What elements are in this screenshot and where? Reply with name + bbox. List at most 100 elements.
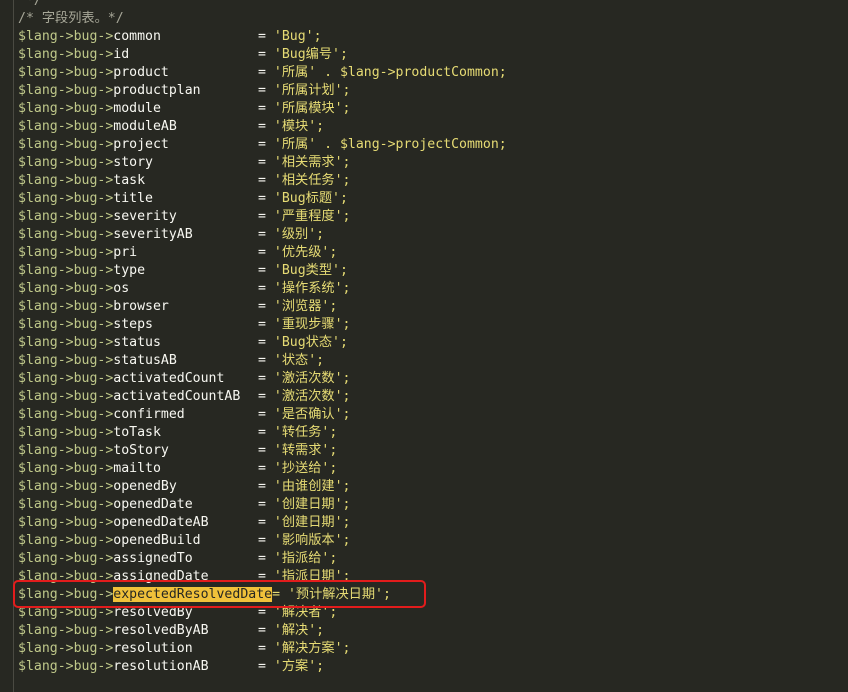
code-line[interactable]: $lang->bug->activatedCountAB = '激活次数'; xyxy=(0,388,848,406)
code-lines: $lang->bug->common = 'Bug'; $lang->bug->id… xyxy=(0,28,848,676)
code-line[interactable]: $lang->bug->resolutionAB = '方案'; xyxy=(0,658,848,676)
lang-prefix: $lang->bug-> xyxy=(18,173,114,188)
code-line[interactable]: $lang->bug->product = '所属' . $lang->produ… xyxy=(0,64,848,82)
field-value: '创建日期'; xyxy=(273,515,351,530)
code-line[interactable]: $lang->bug->statusAB = '状态'; xyxy=(0,352,848,370)
code-line[interactable]: $lang->bug->confirmed = '是否确认'; xyxy=(0,406,848,424)
field-name: story xyxy=(113,155,153,170)
field-name: productplan xyxy=(113,83,201,98)
code-line[interactable]: $lang->bug->openedBy = '由谁创建'; xyxy=(0,478,848,496)
annotation-highlight-box xyxy=(13,580,426,608)
assignment: = 'Bug编号'; xyxy=(258,47,348,62)
code-line[interactable]: $lang->bug->task = '相关任务'; xyxy=(0,172,848,190)
assignment: = '影响版本'; xyxy=(258,533,351,548)
field-value: '抄送给'; xyxy=(273,461,338,476)
field-value: '所属' . $lang->projectCommon; xyxy=(273,137,507,152)
code-line[interactable]: $lang->bug->mailto = '抄送给'; xyxy=(0,460,848,478)
code-line[interactable]: $lang->bug->toTask = '转任务'; xyxy=(0,424,848,442)
code-line[interactable]: $lang->bug->steps = '重现步骤'; xyxy=(0,316,848,334)
assignment: = 'Bug类型'; xyxy=(258,263,348,278)
assignment: = '浏览器'; xyxy=(258,299,338,314)
field-name: task xyxy=(113,173,146,188)
field-name: confirmed xyxy=(113,407,185,422)
assignment: = '重现步骤'; xyxy=(258,317,351,332)
code-line[interactable]: $lang->bug->resolvedByAB = '解决'; xyxy=(0,622,848,640)
field-value: '相关任务'; xyxy=(273,173,351,188)
field-value: '重现步骤'; xyxy=(273,317,351,332)
code-line[interactable]: $lang->bug->toStory = '转需求'; xyxy=(0,442,848,460)
assignment: = '解决'; xyxy=(258,623,325,638)
code-line[interactable]: $lang->bug->resolution = '解决方案'; xyxy=(0,640,848,658)
lang-prefix: $lang->bug-> xyxy=(18,281,114,296)
assignment: = '转需求'; xyxy=(258,443,338,458)
assignment: = '由谁创建'; xyxy=(258,479,351,494)
code-line[interactable]: $lang->bug->pri = '优先级'; xyxy=(0,244,848,262)
lang-prefix: $lang->bug-> xyxy=(18,641,114,656)
lang-prefix: $lang->bug-> xyxy=(18,137,114,152)
code-line[interactable]: $lang->bug->openedBuild = '影响版本'; xyxy=(0,532,848,550)
assignment: = '严重程度'; xyxy=(258,209,351,224)
code-line[interactable]: $lang->bug->openedDateAB = '创建日期'; xyxy=(0,514,848,532)
field-name: product xyxy=(113,65,169,80)
code-line[interactable]: $lang->bug->severityAB = '级别'; xyxy=(0,226,848,244)
field-name: statusAB xyxy=(113,353,177,368)
assignment: = '相关任务'; xyxy=(258,173,351,188)
assignment: = '相关需求'; xyxy=(258,155,351,170)
lang-prefix: $lang->bug-> xyxy=(18,497,114,512)
field-name: severity xyxy=(113,209,177,224)
code-line[interactable]: $lang->bug->module = '所属模块'; xyxy=(0,100,848,118)
code-line[interactable]: $lang->bug->common = 'Bug'; xyxy=(0,28,848,46)
code-line[interactable]: $lang->bug->severity = '严重程度'; xyxy=(0,208,848,226)
assignment: = '操作系统'; xyxy=(258,281,351,296)
field-value: '激活次数'; xyxy=(273,389,351,404)
lang-prefix: $lang->bug-> xyxy=(18,245,114,260)
field-name: moduleAB xyxy=(113,119,177,134)
code-line[interactable]: $lang->bug->os = '操作系统'; xyxy=(0,280,848,298)
field-name: severityAB xyxy=(113,227,193,242)
code-line[interactable]: $lang->bug->activatedCount = '激活次数'; xyxy=(0,370,848,388)
field-value: '优先级'; xyxy=(273,245,338,260)
field-name: status xyxy=(113,335,161,350)
field-name: project xyxy=(113,137,169,152)
assignment: = '创建日期'; xyxy=(258,515,351,530)
code-editor[interactable]: */ /* 字段列表。*/ $lang->bug->common = 'Bug';… xyxy=(0,0,848,692)
lang-prefix: $lang->bug-> xyxy=(18,551,114,566)
field-value: '由谁创建'; xyxy=(273,479,351,494)
assignment: = '是否确认'; xyxy=(258,407,351,422)
lang-prefix: $lang->bug-> xyxy=(18,317,114,332)
code-line[interactable]: $lang->bug->browser = '浏览器'; xyxy=(0,298,848,316)
code-line[interactable]: $lang->bug->assignedTo = '指派给'; xyxy=(0,550,848,568)
lang-prefix: $lang->bug-> xyxy=(18,155,114,170)
assignment: = '方案'; xyxy=(258,659,325,674)
field-name: steps xyxy=(113,317,153,332)
field-name: resolution xyxy=(113,641,193,656)
code-line[interactable]: $lang->bug->title = 'Bug标题'; xyxy=(0,190,848,208)
lang-prefix: $lang->bug-> xyxy=(18,263,114,278)
code-line[interactable]: $lang->bug->project = '所属' . $lang->proje… xyxy=(0,136,848,154)
code-line[interactable]: $lang->bug->story = '相关需求'; xyxy=(0,154,848,172)
assignment: = 'Bug标题'; xyxy=(258,191,348,206)
code-line[interactable]: $lang->bug->moduleAB = '模块'; xyxy=(0,118,848,136)
assignment: = '优先级'; xyxy=(258,245,338,260)
code-line[interactable]: $lang->bug->openedDate = '创建日期'; xyxy=(0,496,848,514)
assignment: = '所属模块'; xyxy=(258,101,351,116)
field-value: '级别'; xyxy=(273,227,325,242)
code-line[interactable]: $lang->bug->status = 'Bug状态'; xyxy=(0,334,848,352)
field-value: '方案'; xyxy=(273,659,325,674)
field-name: resolvedByAB xyxy=(113,623,209,638)
lang-prefix: $lang->bug-> xyxy=(18,407,114,422)
field-value: 'Bug编号'; xyxy=(273,47,348,62)
comment-tail: */ xyxy=(18,0,42,8)
field-value: '所属' . $lang->productCommon; xyxy=(273,65,507,80)
lang-prefix: $lang->bug-> xyxy=(18,515,114,530)
field-name: os xyxy=(113,281,130,296)
field-value: '转任务'; xyxy=(273,425,338,440)
field-value: 'Bug类型'; xyxy=(273,263,348,278)
code-line[interactable]: $lang->bug->id = 'Bug编号'; xyxy=(0,46,848,64)
field-value: '是否确认'; xyxy=(273,407,351,422)
lang-prefix: $lang->bug-> xyxy=(18,119,114,134)
field-value: '所属计划'; xyxy=(273,83,351,98)
code-line[interactable]: $lang->bug->productplan = '所属计划'; xyxy=(0,82,848,100)
code-line[interactable]: $lang->bug->type = 'Bug类型'; xyxy=(0,262,848,280)
lang-prefix: $lang->bug-> xyxy=(18,191,114,206)
